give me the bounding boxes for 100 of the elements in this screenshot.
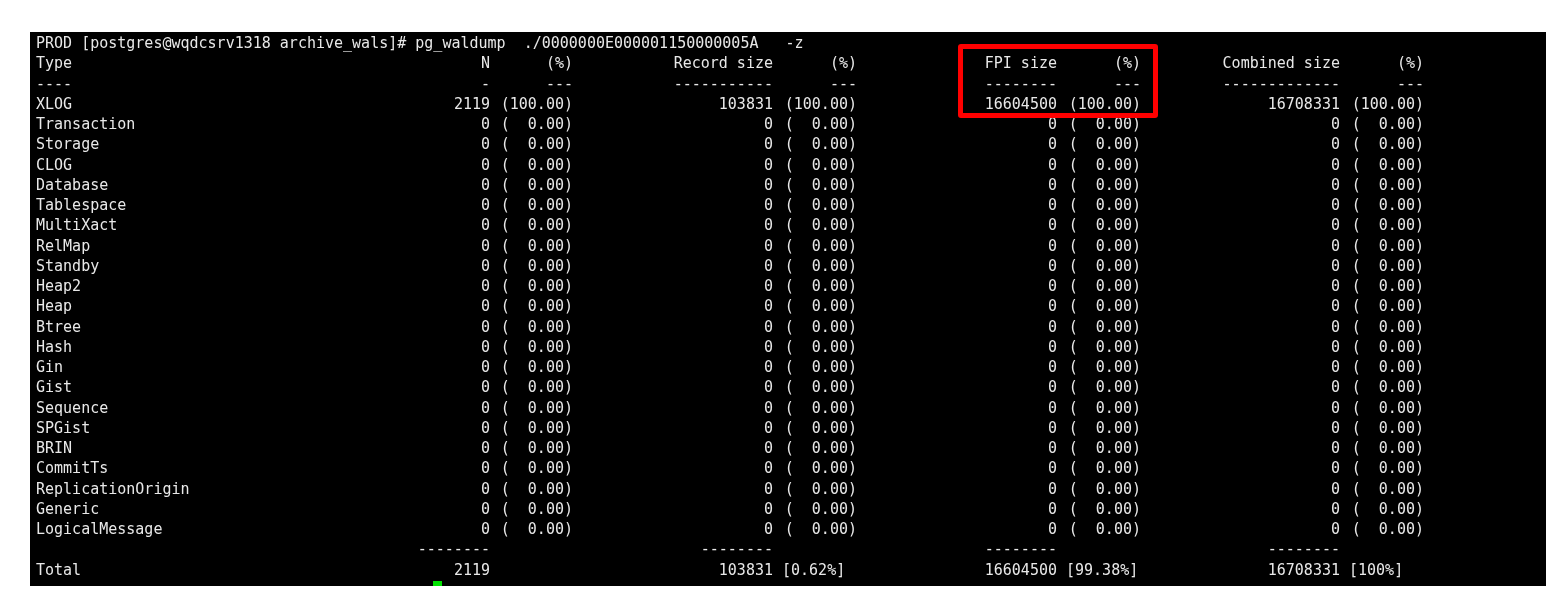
row-label: CLOG (36, 154, 74, 175)
table-cell-text: ( 0.00) (1067, 478, 1141, 499)
table-cell-text: 0 (762, 316, 773, 337)
table-cell-text: ( 0.00) (1067, 235, 1141, 256)
table-cell-text: 0 (1329, 255, 1340, 276)
table-cell-text: 0 (1329, 478, 1340, 499)
row-label: RelMap (36, 235, 92, 256)
table-cell-text: [0.62%] (781, 559, 847, 580)
table-cell-text: 0 (1046, 134, 1057, 155)
table-cell-text: ( 0.00) (1067, 134, 1141, 155)
dash-separator: - (479, 73, 490, 94)
table-cell-text: 0 (762, 377, 773, 398)
table-cell-text: 0 (1329, 195, 1340, 216)
table-cell-text: ( 0.00) (783, 377, 857, 398)
table-cell-text: 0 (762, 154, 773, 175)
row-label: CommitTs (36, 458, 110, 479)
table-cell-text: 0 (479, 417, 490, 438)
table-cell-text: ( 0.00) (1350, 478, 1424, 499)
table-cell-text: 0 (1046, 296, 1057, 317)
table-cell-text: ( 0.00) (783, 417, 857, 438)
column-header: (%) (544, 53, 573, 74)
table-cell-text: 0 (762, 519, 773, 540)
column-header: Type (36, 53, 74, 74)
table-cell-text: ( 0.00) (783, 498, 857, 519)
table-cell-text: (100.00) (1350, 93, 1424, 114)
table-cell-text: ( 0.00) (499, 357, 573, 378)
table-cell-text: 0 (762, 235, 773, 256)
table-cell-text: 0 (1329, 336, 1340, 357)
column-header: (%) (828, 53, 857, 74)
table-cell-text: (100.00) (499, 93, 573, 114)
dash-separator: -------- (416, 539, 490, 560)
table-cell-text: ( 0.00) (499, 195, 573, 216)
table-cell-text: ( 0.00) (783, 276, 857, 297)
table-cell-text: 0 (1329, 458, 1340, 479)
table-cell-text: ( 0.00) (1067, 458, 1141, 479)
table-cell-text: 0 (1329, 235, 1340, 256)
table-cell-text: 0 (1046, 498, 1057, 519)
table-cell-text: 0 (762, 114, 773, 135)
table-cell-text: [99.38%] (1065, 559, 1140, 580)
table-cell-text: 0 (1046, 215, 1057, 236)
table-cell-text: 0 (1046, 458, 1057, 479)
table-cell-text: ( 0.00) (1067, 397, 1141, 418)
table-cell-text: 0 (1046, 255, 1057, 276)
dash-separator: -------- (1266, 539, 1340, 560)
table-cell-text: 0 (479, 498, 490, 519)
table-cell-text: 0 (1046, 519, 1057, 540)
table-cell-text: 0 (479, 316, 490, 337)
table-cell-text: (100.00) (1067, 93, 1141, 114)
table-cell-text: ( 0.00) (1067, 296, 1141, 317)
table-cell-text: 0 (479, 336, 490, 357)
column-header: (%) (1395, 53, 1424, 74)
table-cell-text: ( 0.00) (1350, 357, 1424, 378)
table-cell-text: ( 0.00) (1350, 519, 1424, 540)
table-cell-text: ( 0.00) (499, 296, 573, 317)
table-cell-text: ( 0.00) (499, 114, 573, 135)
table-cell-text: 0 (762, 174, 773, 195)
dash-separator: --- (828, 73, 857, 94)
table-cell-text: 0 (1329, 134, 1340, 155)
table-cell-text: ( 0.00) (1067, 195, 1141, 216)
table-cell-text: ( 0.00) (1350, 316, 1424, 337)
table-cell-text: 0 (762, 498, 773, 519)
table-cell-text: ( 0.00) (1067, 215, 1141, 236)
table-cell-text: ( 0.00) (783, 519, 857, 540)
table-cell-text: ( 0.00) (783, 296, 857, 317)
table-cell-text: ( 0.00) (499, 397, 573, 418)
table-cell-text: 0 (479, 255, 490, 276)
table-cell-text: ( 0.00) (1350, 235, 1424, 256)
table-cell-text: 0 (479, 134, 490, 155)
table-cell-text: ( 0.00) (783, 114, 857, 135)
table-cell-text: 0 (1046, 316, 1057, 337)
table-cell-text: 0 (479, 174, 490, 195)
table-cell-text: ( 0.00) (783, 215, 857, 236)
table-cell-text: ( 0.00) (1067, 357, 1141, 378)
table-cell-text: ( 0.00) (783, 255, 857, 276)
dash-separator: ----------- (672, 73, 773, 94)
table-cell-text: 0 (762, 215, 773, 236)
table-cell-text: 0 (762, 296, 773, 317)
table-cell-text: ( 0.00) (783, 336, 857, 357)
table-cell-text: 0 (1046, 336, 1057, 357)
table-cell-text: 0 (1046, 174, 1057, 195)
table-cell-text: 0 (479, 478, 490, 499)
row-label: MultiXact (36, 215, 119, 236)
table-cell-text: ( 0.00) (1350, 417, 1424, 438)
table-cell-text: ( 0.00) (783, 458, 857, 479)
table-cell-text: ( 0.00) (783, 357, 857, 378)
table-cell-text: 103831 (717, 93, 773, 114)
table-cell-text: 0 (479, 357, 490, 378)
table-cell-text: 0 (1046, 154, 1057, 175)
row-label: Transaction (36, 114, 137, 135)
dash-separator: ------------- (1221, 73, 1340, 94)
row-label: Gin (36, 357, 65, 378)
table-cell-text: 0 (1329, 397, 1340, 418)
table-cell-text: ( 0.00) (783, 397, 857, 418)
table-cell-text: ( 0.00) (1350, 296, 1424, 317)
table-cell-text: ( 0.00) (1350, 114, 1424, 135)
table-cell-text: ( 0.00) (499, 336, 573, 357)
table-cell-text: 0 (1329, 377, 1340, 398)
command-line: PROD [postgres@wqdcsrv1318 archive_wals]# pg_waldump ./0000000E000001150000005A -z (36, 34, 804, 52)
table-cell-text: ( 0.00) (1067, 255, 1141, 276)
table-cell-text: ( 0.00) (783, 174, 857, 195)
